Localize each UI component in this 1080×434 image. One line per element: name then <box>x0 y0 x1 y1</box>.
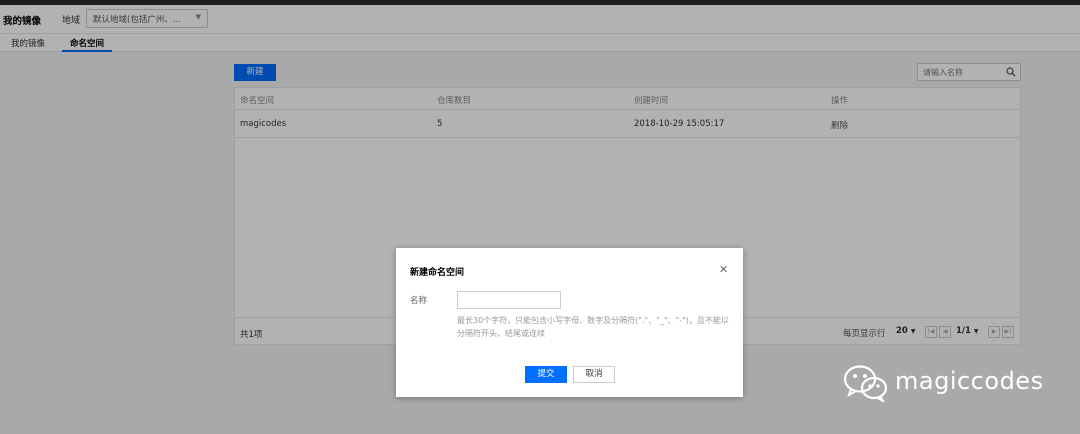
name-help-text: 最长30个字符，只能包含小写字母、数字及分隔符("."、"_"、"-")，且不能… <box>457 316 729 338</box>
dialog-title: 新建命名空间 <box>410 268 465 278</box>
new-namespace-dialog: 新建命名空间 ✕ 名称 最长30个字符，只能包含小写字母、数字及分隔符("."、… <box>396 248 743 397</box>
cancel-button[interactable]: 取消 <box>573 366 615 383</box>
name-field[interactable] <box>457 291 561 309</box>
submit-button[interactable]: 提交 <box>525 366 567 383</box>
close-icon[interactable]: ✕ <box>719 264 728 275</box>
wechat-icon <box>843 365 888 402</box>
name-label: 名称 <box>410 296 428 306</box>
watermark-text: magiccodes <box>895 367 1044 395</box>
